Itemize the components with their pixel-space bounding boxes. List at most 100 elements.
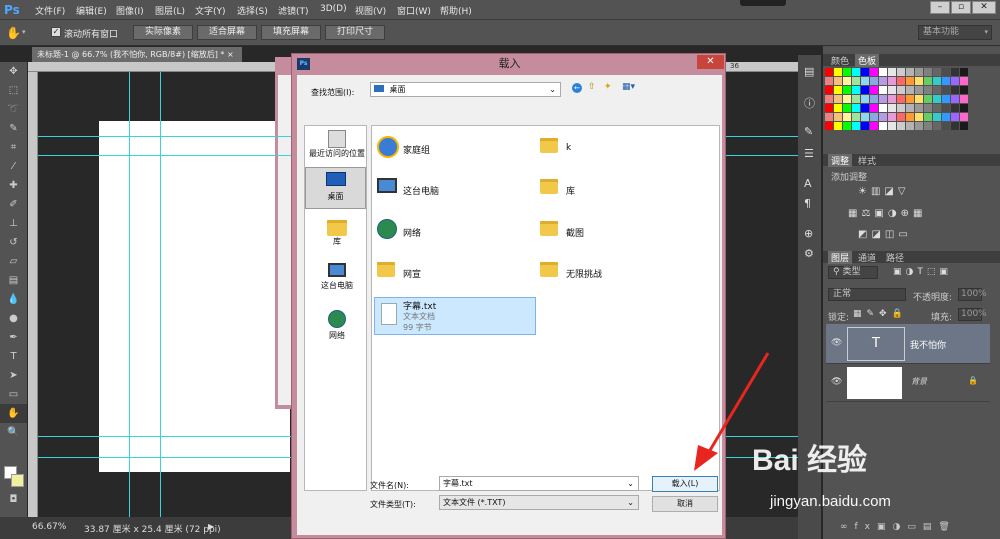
tab-layers[interactable]: 图层 (828, 251, 853, 264)
cancel-button[interactable]: 取消 (652, 496, 718, 512)
color-swatch[interactable] (915, 68, 923, 76)
list-item-screenshots[interactable]: 截图 (540, 216, 700, 252)
color-swatch[interactable] (861, 95, 869, 103)
color-swatch[interactable] (843, 77, 851, 85)
color-swatch[interactable] (879, 95, 887, 103)
color-swatch[interactable] (861, 77, 869, 85)
color-swatch[interactable] (942, 113, 950, 121)
zoom-level[interactable]: 66.67% (32, 522, 66, 532)
color-swatch[interactable] (852, 95, 860, 103)
eraser-tool-icon[interactable]: ▱ (0, 252, 27, 271)
color-swatch[interactable] (933, 104, 941, 112)
pen-tool-icon[interactable]: ✒ (0, 328, 27, 347)
color-swatch[interactable] (933, 122, 941, 130)
color-swatch[interactable] (906, 77, 914, 85)
color-swatch[interactable] (861, 68, 869, 76)
color-swatch[interactable] (825, 86, 833, 94)
crop-tool-icon[interactable]: ⌗ (0, 138, 27, 157)
info-panel-icon[interactable]: ⓘ (804, 95, 815, 111)
color-swatch[interactable] (852, 77, 860, 85)
type-tool-icon[interactable]: T (0, 347, 27, 366)
color-swatch[interactable] (870, 77, 878, 85)
shape-tool-icon[interactable]: ▭ (0, 385, 27, 404)
color-swatch[interactable] (843, 86, 851, 94)
color-swatch[interactable] (933, 77, 941, 85)
color-swatch[interactable] (915, 104, 923, 112)
color-swatch[interactable] (834, 68, 842, 76)
tab-swatches[interactable]: 色板 (855, 54, 880, 67)
color-swatch[interactable] (879, 122, 887, 130)
opacity-input[interactable]: 100% (958, 288, 987, 301)
move-tool-icon[interactable]: ✥ (0, 62, 27, 81)
color-swatch[interactable] (933, 68, 941, 76)
color-swatch[interactable] (879, 113, 887, 121)
color-swatch[interactable] (897, 95, 905, 103)
color-swatch[interactable] (834, 86, 842, 94)
list-item-infinite-challenge[interactable]: 无限挑战 (540, 257, 700, 293)
color-swatch[interactable] (825, 104, 833, 112)
list-item-wangxuan[interactable]: 网宣 (377, 257, 537, 293)
blend-mode-select[interactable]: 正常 (828, 288, 906, 301)
color-swatch[interactable] (924, 68, 932, 76)
color-swatch[interactable] (942, 86, 950, 94)
maximize-button[interactable]: ▫ (951, 1, 971, 14)
color-swatch[interactable] (951, 86, 959, 94)
color-swatch[interactable] (843, 68, 851, 76)
quick-mask-icon[interactable]: ◘ (0, 490, 27, 509)
color-swatch[interactable] (960, 95, 968, 103)
color-swatch[interactable] (942, 77, 950, 85)
color-swatch[interactable] (852, 68, 860, 76)
tool-preset-dropdown-icon[interactable]: ▾ (22, 28, 26, 36)
history-panel-icon[interactable]: ▤ (804, 65, 814, 78)
color-swatch[interactable] (861, 86, 869, 94)
color-swatch[interactable] (951, 77, 959, 85)
paragraph-panel-icon[interactable]: ¶ (804, 197, 811, 210)
tab-adjustments[interactable]: 调整 (828, 154, 853, 167)
path-selection-tool-icon[interactable]: ➤ (0, 366, 27, 385)
up-folder-icon[interactable]: ⇧ (588, 82, 596, 92)
eye-icon[interactable]: 👁 (831, 338, 842, 348)
color-swatch[interactable] (960, 122, 968, 130)
healing-brush-tool-icon[interactable]: ✚ (0, 176, 27, 195)
gradient-tool-icon[interactable]: ▤ (0, 271, 27, 290)
color-swatch[interactable] (834, 104, 842, 112)
workspace-select[interactable]: 基本功能 ▾ (918, 25, 992, 40)
color-swatch[interactable] (906, 95, 914, 103)
color-swatch[interactable] (888, 104, 896, 112)
history-brush-tool-icon[interactable]: ↺ (0, 233, 27, 252)
color-swatch[interactable] (888, 77, 896, 85)
marquee-tool-icon[interactable]: ⬚ (0, 81, 27, 100)
color-swatch[interactable] (897, 68, 905, 76)
color-swatch[interactable] (888, 113, 896, 121)
color-swatch[interactable] (933, 113, 941, 121)
color-swatch[interactable] (861, 113, 869, 121)
quick-select-tool-icon[interactable]: ✎ (0, 119, 27, 138)
lock-icons[interactable]: ▦✎✥🔒 (853, 309, 908, 319)
eye-icon[interactable]: 👁 (831, 377, 842, 387)
eyedropper-tool-icon[interactable]: ⁄ (0, 157, 27, 176)
color-swatch[interactable] (897, 86, 905, 94)
color-swatch[interactable] (942, 68, 950, 76)
color-swatch[interactable] (933, 95, 941, 103)
tab-channels[interactable]: 通道 (855, 251, 879, 264)
color-swatch[interactable] (879, 104, 887, 112)
tab-color[interactable]: 颜色 (828, 54, 852, 67)
color-swatch[interactable] (897, 122, 905, 130)
color-swatch[interactable] (942, 95, 950, 103)
document-tab[interactable]: 未标题-1 @ 66.7% (我不怕你, RGB/8#) [缩放后] * × (32, 47, 242, 62)
scroll-all-checkbox[interactable]: ✓ (51, 27, 61, 37)
layers-footer-icons[interactable]: ∞fx▣◑▭▤🗑 (840, 522, 957, 532)
color-swatch[interactable] (852, 86, 860, 94)
color-swatch[interactable] (870, 113, 878, 121)
document-tab-close[interactable]: × (227, 50, 234, 59)
color-swatch[interactable] (825, 77, 833, 85)
sidebar-item-network[interactable]: 网络 (307, 310, 367, 341)
color-swatch[interactable] (879, 68, 887, 76)
menu-image[interactable]: 图像(I) (116, 4, 144, 17)
character-panel-icon[interactable]: A (804, 177, 812, 190)
color-swatch[interactable] (843, 122, 851, 130)
sidebar-item-computer[interactable]: 这台电脑 (307, 263, 367, 291)
zoom-tool-icon[interactable]: 🔍 (0, 423, 27, 442)
color-swatch[interactable] (906, 68, 914, 76)
color-swatch[interactable] (888, 122, 896, 130)
